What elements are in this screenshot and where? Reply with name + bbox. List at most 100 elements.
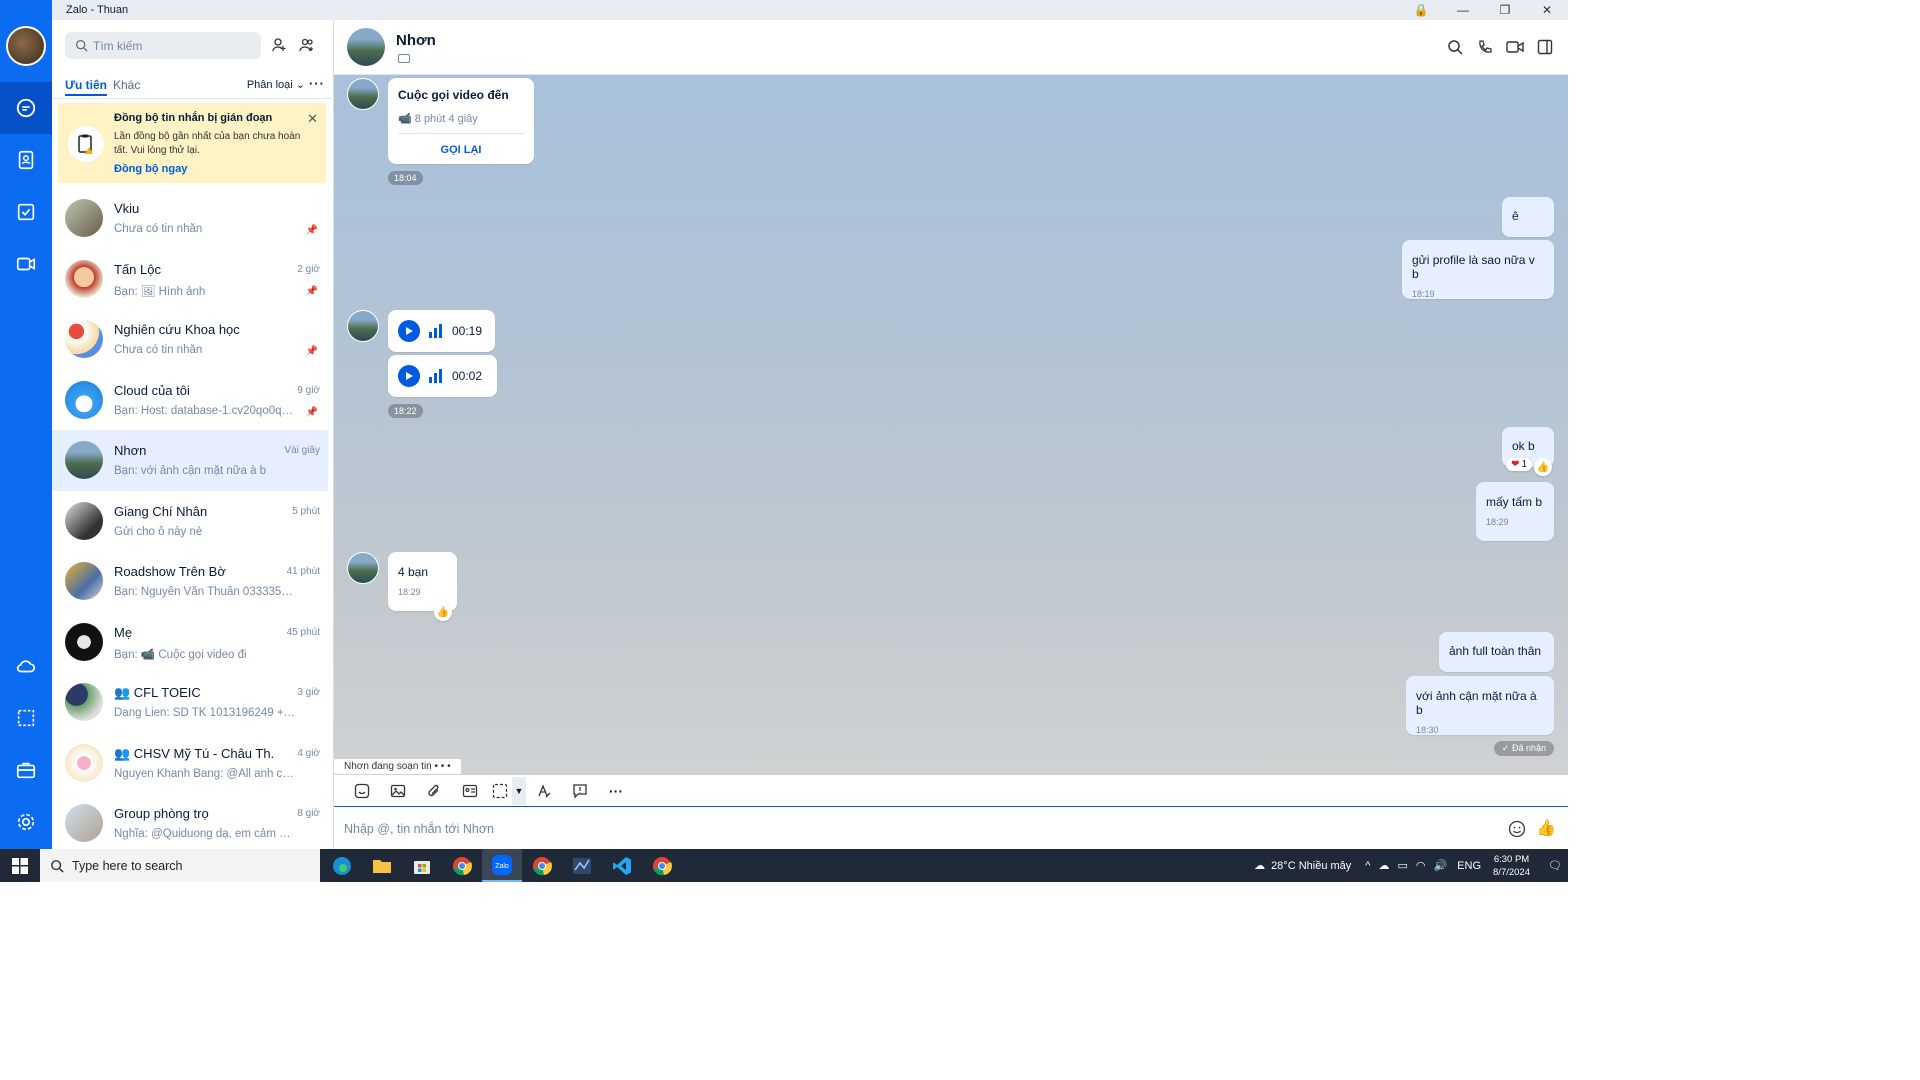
taskbar-search[interactable]: Type here to search [40, 849, 320, 882]
message-bubble[interactable]: mấy tấm b 18:29 [1476, 482, 1554, 541]
conversation-name: 👥 CHSV Mỹ Tú - Châu Th... [114, 745, 274, 761]
like-reaction-icon[interactable]: 👍 [434, 603, 452, 621]
battery-icon[interactable]: ▭ [1397, 859, 1407, 872]
restore-button[interactable]: ❐ [1484, 0, 1526, 20]
tab-other[interactable]: Khác [113, 78, 140, 92]
image-icon[interactable] [380, 777, 416, 805]
conversation-item[interactable]: Giang Chí Nhân Gửi cho ô này nè 5 phút [52, 491, 328, 552]
message-bubble[interactable]: ảnh full toàn thân [1439, 632, 1554, 672]
message-input[interactable]: Nhập @, tin nhắn tới Nhơn [344, 822, 494, 836]
message-bubble[interactable]: gửi profile là sao nữa v b 18:19 [1402, 240, 1554, 299]
more-options-icon[interactable]: ··· [598, 777, 634, 805]
sql-tool-icon[interactable] [562, 849, 602, 882]
conversation-preview: Bạn: Nguyễn Văn Thuần 0333351725 [114, 586, 296, 598]
conversation-time: 8 giờ [297, 808, 320, 819]
quick-message-icon[interactable] [562, 777, 598, 805]
search-icon[interactable] [1446, 38, 1464, 56]
conversation-item[interactable]: 👥 CFL TOEIC Dang Lien: SD TK 1013196249 +… [52, 672, 328, 733]
store-app-icon[interactable] [402, 849, 442, 882]
sender-avatar[interactable] [347, 552, 379, 584]
vscode-app-icon[interactable] [602, 849, 642, 882]
contacts-nav-icon[interactable] [0, 134, 52, 186]
chrome-app-icon[interactable] [442, 849, 482, 882]
onedrive-icon[interactable]: ☁ [1378, 859, 1389, 872]
taskbar-search-placeholder: Type here to search [72, 858, 183, 873]
close-icon[interactable]: ✕ [307, 111, 318, 127]
toolbox-nav-icon[interactable] [0, 744, 52, 796]
conversation-item[interactable]: Cloud của tôi Bạn: Host: database-1.cv20q… [52, 370, 328, 431]
conversation-item[interactable]: Group phòng trọ Nghĩa: @Quiduong dạ, em c… [52, 793, 328, 854]
sender-avatar[interactable] [347, 78, 379, 110]
wifi-icon[interactable]: ◠ [1416, 859, 1426, 872]
todo-nav-icon[interactable] [0, 186, 52, 238]
conversation-item[interactable]: Tấn Lộc Bạn: 🖼 Hình ảnh 2 giờ 📌 [52, 249, 328, 310]
voice-message[interactable]: 00:02 [388, 355, 497, 397]
tag-icon[interactable] [398, 54, 410, 63]
conversation-item[interactable]: Roadshow Trên Bờ Bạn: Nguyễn Văn Thuần 03… [52, 551, 328, 612]
edge-app-icon[interactable] [322, 849, 362, 882]
nav-rail [0, 0, 52, 849]
notifications-icon[interactable]: 🗨 [1542, 859, 1568, 872]
conversation-preview: Bạn: Host: database-1.cv20qo0q8... [114, 404, 296, 417]
chevron-down-icon[interactable]: ▼ [512, 776, 526, 805]
file-explorer-icon[interactable] [362, 849, 402, 882]
cloud-nav-icon[interactable] [0, 640, 52, 692]
taskbar-clock[interactable]: 6:30 PM 8/7/2024 [1493, 853, 1530, 879]
call-back-button[interactable]: GỌI LẠI [398, 144, 524, 156]
thumbs-up-send-icon[interactable]: 👍 [1536, 818, 1556, 838]
play-icon[interactable] [398, 365, 420, 387]
voice-message[interactable]: 00:19 [388, 310, 495, 352]
phone-call-icon[interactable] [1476, 38, 1494, 56]
message-bubble[interactable]: ê [1502, 197, 1554, 237]
contact-avatar[interactable] [347, 28, 385, 66]
like-reaction-icon[interactable]: 👍 [1534, 458, 1552, 476]
conversation-item[interactable]: 👥 CHSV Mỹ Tú - Châu Th... Nguyen Khanh Ba… [52, 733, 328, 794]
chrome-app-icon[interactable] [642, 849, 682, 882]
search-input[interactable]: Tìm kiếm [65, 32, 261, 59]
minimize-button[interactable]: — [1442, 0, 1484, 20]
screenshot-nav-icon[interactable] [0, 692, 52, 744]
emoji-icon[interactable] [1508, 820, 1526, 843]
windows-start-icon[interactable] [0, 849, 40, 882]
play-icon[interactable] [398, 320, 420, 342]
settings-nav-icon[interactable] [0, 796, 52, 848]
volume-icon[interactable]: 🔊 [1433, 859, 1447, 872]
lock-icon[interactable]: 🔒 [1400, 0, 1442, 20]
sticker-icon[interactable] [344, 777, 380, 805]
conversation-item[interactable]: Nghiên cứu Khoa học Chưa có tin nhắn 📌 [52, 309, 328, 370]
conversation-preview: Gửi cho ô này nè [114, 525, 203, 538]
create-group-icon[interactable] [296, 34, 318, 56]
contact-card-icon[interactable] [452, 777, 488, 805]
chrome-app-icon[interactable] [522, 849, 562, 882]
video-call-icon[interactable] [1506, 38, 1524, 56]
tab-priority[interactable]: Ưu tiên [65, 78, 107, 96]
zalo-app-icon[interactable]: Zalo [482, 849, 522, 882]
attachment-icon[interactable] [416, 777, 452, 805]
message-bubble[interactable]: với ảnh cận mặt nữa à b 18:30 [1406, 676, 1554, 735]
contact-name[interactable]: Nhơn [396, 32, 436, 49]
chevron-up-icon[interactable]: ^ [1365, 860, 1370, 872]
sender-avatar[interactable] [347, 310, 379, 342]
chat-nav-icon[interactable] [0, 82, 52, 134]
conversation-name: Cloud của tôi [114, 382, 190, 398]
sidebar-toggle-icon[interactable] [1536, 38, 1554, 56]
message-time: 18:29 [1486, 517, 1509, 527]
time-badge: 18:04 [388, 171, 423, 185]
format-text-icon[interactable] [526, 777, 562, 805]
add-friend-icon[interactable] [268, 34, 290, 56]
weather-widget[interactable]: ☁ 28°C Nhiều mây [1254, 859, 1351, 873]
more-options-button[interactable]: ··· [309, 76, 325, 91]
conversation-item[interactable]: Nhơn Bạn: với ảnh cận mặt nữa à b Vài giây [52, 430, 328, 491]
conversation-item[interactable]: Vkiu Chưa có tin nhắn 📌 [52, 188, 328, 249]
message-bubble[interactable]: 4 bạn 18:29 [388, 552, 457, 611]
sync-now-link[interactable]: Đồng bộ ngay [114, 163, 187, 175]
language-indicator[interactable]: ENG [1457, 860, 1481, 872]
close-button[interactable]: ✕ [1526, 0, 1568, 20]
user-avatar[interactable] [6, 26, 46, 66]
screenshot-icon[interactable] [488, 777, 512, 805]
reaction-badge[interactable]: ❤ 1 [1506, 458, 1532, 471]
conversation-item[interactable]: Mẹ Bạn: 📹 Cuộc gọi video đi 45 phút [52, 612, 328, 673]
video-nav-icon[interactable] [0, 238, 52, 290]
classify-dropdown[interactable]: Phân loại ⌄ [247, 78, 305, 91]
avatar [65, 501, 103, 540]
